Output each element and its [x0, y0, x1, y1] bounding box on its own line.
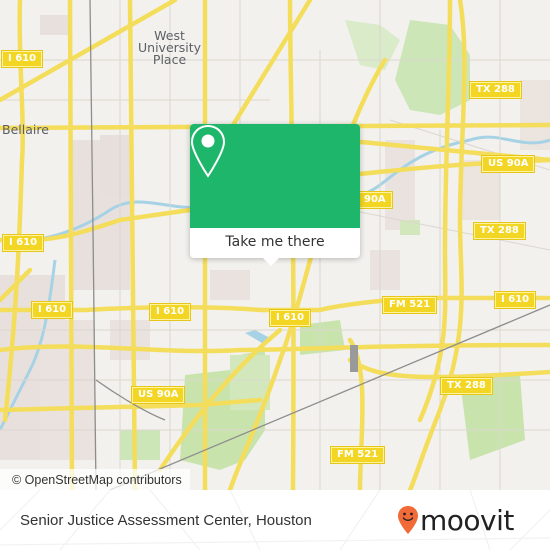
map-attribution[interactable]: © OpenStreetMap contributors [0, 469, 190, 490]
road-shield-i610: I 610 [3, 235, 44, 251]
road-shield-fm521: FM 521 [331, 447, 385, 463]
road-shield-us90a: US 90A [482, 156, 535, 172]
road-shield-tx288: TX 288 [441, 378, 492, 394]
take-me-there-button[interactable]: Take me there [190, 228, 360, 258]
map-canvas[interactable]: West University Place Bellaire I 610 I 6… [0, 0, 550, 490]
popup-pointer [263, 258, 279, 266]
location-popup: Take me there [190, 124, 360, 266]
map-pin-icon [190, 124, 226, 178]
road-shield-i610: I 610 [2, 51, 43, 67]
road-shield-tx288: TX 288 [474, 223, 525, 239]
road-shield-us90a: US 90A [132, 387, 185, 403]
road-shield-i610: I 610 [32, 302, 73, 318]
place-label-bellaire: Bellaire [2, 122, 49, 137]
road-shield-tx288: TX 288 [470, 82, 521, 98]
place-label-line: Bellaire [2, 122, 49, 137]
road-shield-i610: I 610 [270, 310, 311, 326]
footer-bar: Senior Justice Assessment Center, Housto… [0, 490, 550, 550]
road-shield-us90a: 90A [358, 192, 392, 208]
place-label-line: Place [152, 52, 187, 67]
moovit-pin-icon [398, 506, 418, 534]
road-shield-i610: I 610 [150, 304, 191, 320]
popup-header [190, 124, 360, 228]
place-title: Senior Justice Assessment Center, Housto… [20, 512, 312, 529]
road-shield-fm521: FM 521 [383, 297, 437, 313]
place-label-west-university-place: West University Place [138, 29, 201, 67]
brand-name: moovit [420, 504, 514, 537]
road-shield-i610: I 610 [495, 292, 536, 308]
